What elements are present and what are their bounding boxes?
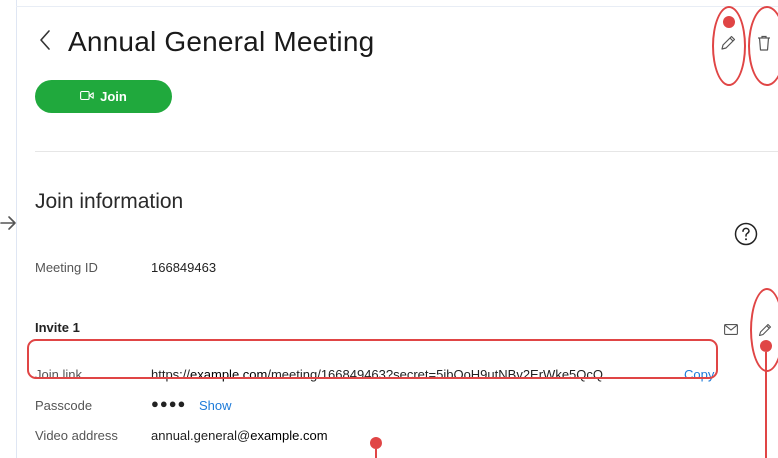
section-divider [35, 151, 778, 152]
join-button-label: Join [100, 89, 127, 104]
page-title: Annual General Meeting [68, 26, 375, 57]
annotation-oval-edit-invite [750, 288, 778, 372]
annotation-box-join-link [27, 339, 718, 379]
envelope-icon [724, 322, 738, 340]
panel-top-border [16, 6, 778, 7]
invite-heading: Invite 1 [35, 320, 80, 335]
chevron-left-icon [38, 29, 52, 56]
video-address-domain: example.com [250, 428, 328, 443]
meeting-id-value: 166849463 [151, 260, 217, 275]
video-address-value[interactable]: annual.general@example.com [151, 427, 328, 445]
meeting-id-label: Meeting ID [35, 260, 98, 275]
annotation-line-edit-invite [765, 352, 767, 458]
join-button[interactable]: Join [35, 80, 172, 113]
passcode-label: Passcode [35, 398, 93, 413]
arrow-right-icon [0, 214, 18, 232]
video-address-user: annual.general@ [151, 428, 251, 443]
question-circle-icon [734, 222, 758, 251]
help-button[interactable] [733, 222, 759, 251]
email-invite-button[interactable] [722, 324, 740, 338]
annotation-dot-edit [723, 16, 735, 28]
annotation-oval-delete [748, 6, 778, 86]
join-information-heading: Join information [35, 190, 184, 213]
back-button[interactable] [33, 22, 57, 62]
video-address-label: Video address [35, 428, 118, 443]
video-camera-icon [80, 89, 94, 104]
passcode-value: ●●●● [151, 396, 187, 411]
annotation-dot-join-link [370, 437, 382, 449]
annotation-line-join-link [375, 449, 377, 458]
show-passcode-button[interactable]: Show [199, 397, 232, 415]
annotation-dot-edit-invite [760, 340, 772, 352]
